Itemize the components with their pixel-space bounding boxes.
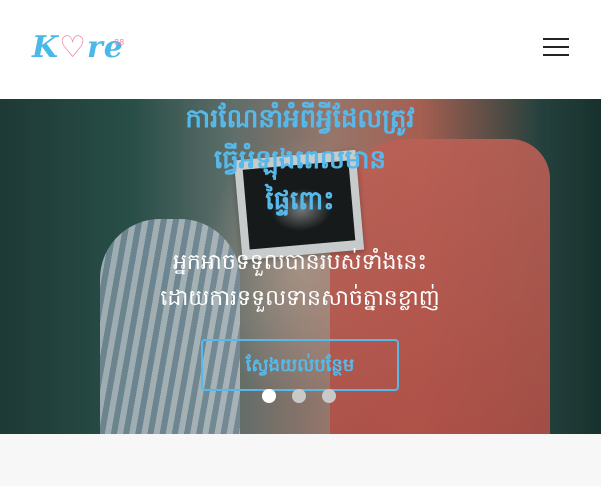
carousel-dot-3[interactable]	[322, 389, 336, 403]
site-logo[interactable]: K♡re 88	[32, 22, 124, 68]
hamburger-menu-icon[interactable]	[541, 34, 573, 60]
hero-slider: ការណែនាំអំពីអ្វីដែលត្រូវ ធ្វើអំឡុងពេលមាន…	[0, 99, 601, 434]
site-header: K♡re 88	[0, 0, 601, 99]
learn-more-button[interactable]: ស្វែងយល់បន្ថែម	[201, 339, 399, 391]
hero-title-line: ផ្ទៃពោះ	[265, 186, 335, 216]
hero-subtitle-line: អ្នកអាចទទួលបានរបស់ទាំងនេះ	[172, 250, 428, 275]
hero-subtitle: អ្នកអាចទទួលបានរបស់ទាំងនេះ ដោយការទទួលទានស…	[130, 245, 470, 317]
carousel-dot-2[interactable]	[292, 389, 306, 403]
hero-title: ការណែនាំអំពីអ្វីដែលត្រូវ ធ្វើអំឡុងពេលមាន…	[140, 99, 460, 222]
logo-text: K♡re	[32, 30, 124, 65]
hero-subtitle-line: ដោយការទទួលទានសាច់ត្នានខ្លាញ់	[160, 286, 440, 311]
carousel-indicators	[262, 389, 342, 403]
logo-badge: 88	[114, 38, 125, 47]
carousel-dot-1[interactable]	[262, 389, 276, 403]
content-section	[0, 434, 601, 486]
hero-title-line: ធ្វើអំឡុងពេលមាន	[213, 145, 387, 175]
hero-title-line: ការណែនាំអំពីអ្វីដែលត្រូវ	[185, 104, 415, 134]
